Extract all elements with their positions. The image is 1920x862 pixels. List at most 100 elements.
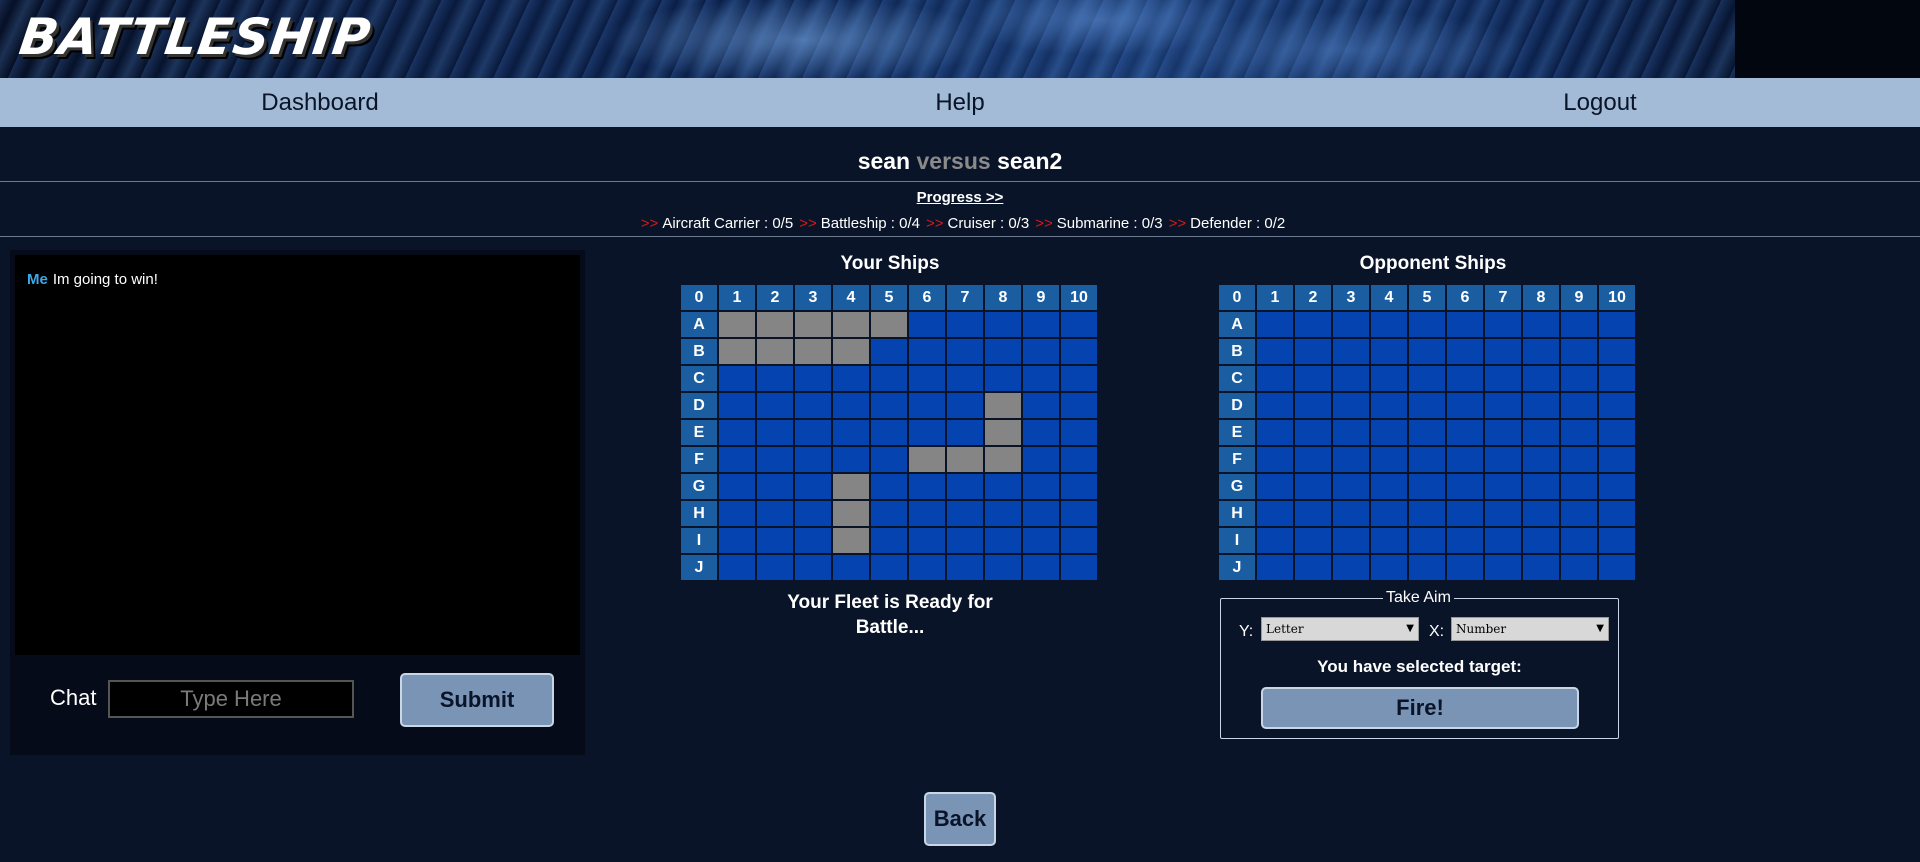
opponent-board-cell-d6[interactable] [1447,393,1483,418]
opponent-board-cell-h6[interactable] [1447,501,1483,526]
opponent-board-cell-i3[interactable] [1333,528,1369,553]
opponent-board-cell-i7[interactable] [1485,528,1521,553]
opponent-board-cell-b7[interactable] [1485,339,1521,364]
opponent-board-cell-e2[interactable] [1295,420,1331,445]
opponent-board-cell-e3[interactable] [1333,420,1369,445]
opponent-board-cell-e1[interactable] [1257,420,1293,445]
opponent-board-cell-a4[interactable] [1371,312,1407,337]
opponent-board-cell-c9[interactable] [1561,366,1597,391]
opponent-board-cell-j10[interactable] [1599,555,1635,580]
opponent-board-cell-a5[interactable] [1409,312,1445,337]
opponent-board-cell-f8[interactable] [1523,447,1559,472]
aim-letter-select[interactable]: Letter ▼ [1261,617,1419,641]
opponent-board-cell-j3[interactable] [1333,555,1369,580]
app-logo[interactable]: BATTLESHIP [16,8,375,66]
opponent-board-cell-i10[interactable] [1599,528,1635,553]
opponent-board-cell-d3[interactable] [1333,393,1369,418]
opponent-board-cell-h8[interactable] [1523,501,1559,526]
opponent-board-cell-b4[interactable] [1371,339,1407,364]
back-button[interactable]: Back [924,792,996,846]
opponent-board-cell-i5[interactable] [1409,528,1445,553]
opponent-board-cell-e10[interactable] [1599,420,1635,445]
opponent-board-cell-f7[interactable] [1485,447,1521,472]
fire-button[interactable]: Fire! [1261,687,1579,729]
opponent-board-cell-c4[interactable] [1371,366,1407,391]
opponent-board-cell-a1[interactable] [1257,312,1293,337]
opponent-board-cell-d9[interactable] [1561,393,1597,418]
opponent-board-cell-g5[interactable] [1409,474,1445,499]
opponent-board-cell-i8[interactable] [1523,528,1559,553]
opponent-board-cell-g10[interactable] [1599,474,1635,499]
opponent-board-cell-b3[interactable] [1333,339,1369,364]
opponent-board-cell-h7[interactable] [1485,501,1521,526]
opponent-board-cell-e7[interactable] [1485,420,1521,445]
nav-help-link[interactable]: Help [860,78,1060,127]
opponent-board-cell-j2[interactable] [1295,555,1331,580]
chat-submit-button[interactable]: Submit [400,673,554,727]
opponent-board-cell-c3[interactable] [1333,366,1369,391]
opponent-board-cell-d5[interactable] [1409,393,1445,418]
opponent-board-cell-h5[interactable] [1409,501,1445,526]
opponent-board-cell-h1[interactable] [1257,501,1293,526]
chat-input[interactable] [108,680,354,718]
opponent-board-cell-c2[interactable] [1295,366,1331,391]
opponent-board-cell-f2[interactable] [1295,447,1331,472]
opponent-board-cell-b1[interactable] [1257,339,1293,364]
opponent-board-cell-i4[interactable] [1371,528,1407,553]
opponent-board-cell-f10[interactable] [1599,447,1635,472]
opponent-board-cell-a3[interactable] [1333,312,1369,337]
opponent-board-cell-j5[interactable] [1409,555,1445,580]
opponent-board-cell-h2[interactable] [1295,501,1331,526]
opponent-board-cell-a8[interactable] [1523,312,1559,337]
opponent-board-cell-f5[interactable] [1409,447,1445,472]
opponent-board-cell-d1[interactable] [1257,393,1293,418]
opponent-board-cell-c7[interactable] [1485,366,1521,391]
opponent-board-cell-g6[interactable] [1447,474,1483,499]
opponent-board-cell-b8[interactable] [1523,339,1559,364]
opponent-board-cell-f3[interactable] [1333,447,1369,472]
opponent-board-cell-a6[interactable] [1447,312,1483,337]
opponent-board-cell-f4[interactable] [1371,447,1407,472]
opponent-board-cell-d2[interactable] [1295,393,1331,418]
opponent-board-cell-g3[interactable] [1333,474,1369,499]
opponent-board-cell-j7[interactable] [1485,555,1521,580]
opponent-board-cell-i9[interactable] [1561,528,1597,553]
opponent-board-cell-a10[interactable] [1599,312,1635,337]
opponent-board-cell-c1[interactable] [1257,366,1293,391]
opponent-board-cell-e6[interactable] [1447,420,1483,445]
nav-dashboard-link[interactable]: Dashboard [220,78,420,127]
opponent-board-cell-c5[interactable] [1409,366,1445,391]
opponent-board-cell-a7[interactable] [1485,312,1521,337]
opponent-board-cell-f9[interactable] [1561,447,1597,472]
opponent-board-cell-d7[interactable] [1485,393,1521,418]
opponent-board-cell-d10[interactable] [1599,393,1635,418]
opponent-board-cell-h10[interactable] [1599,501,1635,526]
aim-number-select[interactable]: Number ▼ [1451,617,1609,641]
opponent-board-cell-h3[interactable] [1333,501,1369,526]
opponent-board-cell-h4[interactable] [1371,501,1407,526]
opponent-board-cell-i6[interactable] [1447,528,1483,553]
opponent-board-cell-g4[interactable] [1371,474,1407,499]
opponent-board-cell-b2[interactable] [1295,339,1331,364]
opponent-board-cell-b10[interactable] [1599,339,1635,364]
opponent-board-cell-b6[interactable] [1447,339,1483,364]
opponent-board-cell-e8[interactable] [1523,420,1559,445]
opponent-board-cell-j8[interactable] [1523,555,1559,580]
opponent-board-cell-f6[interactable] [1447,447,1483,472]
opponent-board-cell-d8[interactable] [1523,393,1559,418]
opponent-board-cell-f1[interactable] [1257,447,1293,472]
opponent-board-cell-c6[interactable] [1447,366,1483,391]
opponent-board-cell-e4[interactable] [1371,420,1407,445]
opponent-board-cell-c10[interactable] [1599,366,1635,391]
opponent-board-cell-b5[interactable] [1409,339,1445,364]
opponent-board-cell-e5[interactable] [1409,420,1445,445]
opponent-board-cell-j9[interactable] [1561,555,1597,580]
opponent-board-cell-a2[interactable] [1295,312,1331,337]
opponent-board-cell-b9[interactable] [1561,339,1597,364]
opponent-board-cell-d4[interactable] [1371,393,1407,418]
opponent-board-cell-i2[interactable] [1295,528,1331,553]
opponent-board-cell-g2[interactable] [1295,474,1331,499]
opponent-board-cell-j6[interactable] [1447,555,1483,580]
opponent-board-cell-j1[interactable] [1257,555,1293,580]
opponent-board-cell-e9[interactable] [1561,420,1597,445]
